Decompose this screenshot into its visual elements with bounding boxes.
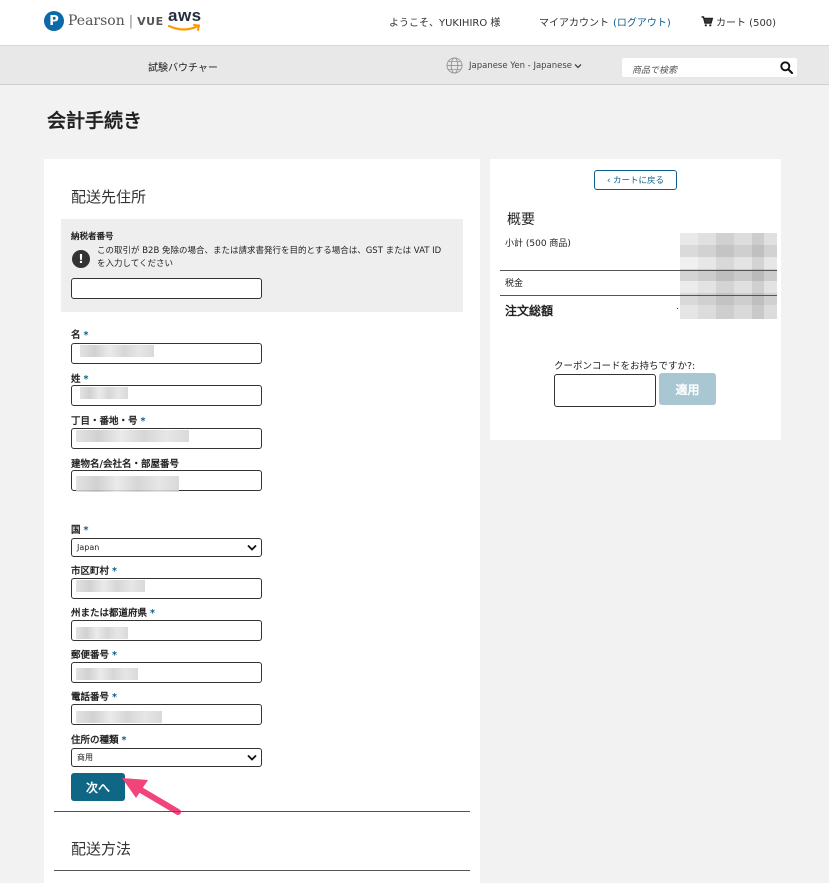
alert-icon: ! [72, 250, 90, 268]
aws-logo-icon[interactable]: aws [168, 6, 204, 36]
chevron-down-icon [247, 754, 257, 761]
required-mark: * [83, 525, 89, 536]
currency-language-selector[interactable]: Japanese Yen - Japanese [446, 57, 582, 74]
cart-link[interactable]: カート (500) [701, 14, 776, 29]
pearson-vue-logo[interactable]: P Pearson | VUE [44, 10, 164, 32]
redacted-value [76, 711, 162, 723]
aws-wordmark: aws [168, 6, 202, 25]
state-label: 州または都道府県 * [71, 605, 155, 619]
tax-id-note: この取引が B2B 免除の場合、または請求書発行を目的とする場合は、GST また… [97, 246, 442, 269]
search-icon[interactable] [780, 61, 793, 74]
pearson-logo-icon: P [44, 11, 64, 31]
first-name-label-text: 名 [71, 330, 81, 341]
logo-separator: | [128, 13, 134, 29]
state-label-text: 州または都道府県 [71, 608, 148, 619]
summary-title: 概要 [507, 212, 535, 228]
coupon-code-field[interactable] [554, 374, 656, 407]
last-name-label-text: 姓 [71, 374, 81, 385]
tax-label: 税金 [505, 279, 524, 289]
section-divider [54, 811, 470, 812]
redacted-amounts [680, 233, 777, 319]
pearson-wordmark: Pearson [68, 13, 125, 29]
logout-link[interactable]: (ログアウト) [613, 18, 671, 29]
phone-label-text: 電話番号 [71, 692, 110, 703]
street-label-text: 丁目・番地・号 [71, 416, 138, 427]
country-select-value: Japan [77, 543, 100, 552]
product-search [622, 58, 797, 81]
back-to-cart-button[interactable]: ‹ カートに戻る [594, 170, 677, 190]
order-total-value: . [676, 302, 679, 312]
globe-icon [446, 57, 463, 74]
summary-divider [500, 270, 777, 271]
required-mark: * [83, 330, 89, 341]
city-label: 市区町村 * [71, 563, 117, 577]
chevron-down-icon [247, 544, 257, 551]
country-label: 国 * [71, 522, 88, 536]
chevron-down-icon [574, 63, 582, 68]
redacted-value [76, 430, 189, 442]
postal-label-text: 郵便番号 [71, 650, 110, 661]
my-account-label[interactable]: マイアカウント [539, 18, 609, 29]
my-account-link[interactable]: マイアカウント (ログアウト) [539, 14, 671, 29]
section-divider [54, 870, 470, 871]
address-type-select[interactable]: 商用 [71, 748, 262, 767]
address-type-select-value: 商用 [77, 753, 93, 762]
street-label: 丁目・番地・号 * [71, 413, 145, 427]
page-title: 会計手続き [47, 110, 143, 132]
top-header: P Pearson | VUE aws ようこそ、YUKIHIRO 様 マイアカ… [0, 0, 829, 45]
last-name-label: 姓 * [71, 371, 88, 385]
subtotal-label: 小計 (500 商品) [505, 239, 571, 249]
exam-voucher-link[interactable]: 試験バウチャー [148, 59, 218, 74]
search-input[interactable] [622, 61, 772, 81]
coupon-prompt: クーポンコードをお持ちですか?: [554, 361, 696, 372]
shipping-address-title: 配送先住所 [71, 188, 147, 206]
required-mark: * [112, 650, 117, 661]
aws-smile-icon [168, 24, 201, 31]
country-select[interactable]: Japan [71, 538, 262, 557]
city-label-text: 市区町村 [71, 566, 110, 577]
sub-navigation: 試験バウチャー Japanese Yen - Japanese [0, 45, 829, 85]
vue-wordmark: VUE [137, 14, 164, 28]
required-mark: * [150, 608, 155, 619]
redacted-value [76, 627, 128, 639]
order-total-label: 注文総額 [505, 304, 554, 318]
welcome-text: ようこそ、YUKIHIRO 様 [389, 18, 501, 29]
redacted-value [76, 580, 145, 592]
address-type-label: 住所の種類 * [71, 732, 126, 746]
required-mark: * [83, 374, 89, 385]
shipping-method-title: 配送方法 [71, 840, 132, 858]
required-mark: * [112, 566, 117, 577]
address-type-label-text: 住所の種類 [71, 735, 119, 746]
postal-label: 郵便番号 * [71, 647, 117, 661]
cart-icon [701, 16, 713, 27]
tax-id-label: 納税者番号 [71, 232, 114, 242]
phone-label: 電話番号 * [71, 689, 117, 703]
country-label-text: 国 [71, 525, 81, 536]
required-mark: * [112, 692, 117, 703]
cart-label[interactable]: カート (500) [716, 14, 776, 29]
redacted-value [80, 345, 154, 357]
redacted-value [76, 668, 138, 680]
tax-id-field[interactable] [71, 278, 262, 299]
currency-language-label[interactable]: Japanese Yen - Japanese [469, 61, 572, 71]
required-mark: * [121, 735, 127, 746]
summary-divider [500, 295, 777, 296]
redacted-value [76, 476, 179, 492]
first-name-label: 名 * [71, 327, 88, 341]
redacted-value [80, 387, 128, 399]
building-label: 建物名/会社名・部屋番号 [71, 459, 179, 470]
apply-coupon-button[interactable]: 適用 [659, 373, 716, 405]
required-mark: * [140, 416, 146, 427]
